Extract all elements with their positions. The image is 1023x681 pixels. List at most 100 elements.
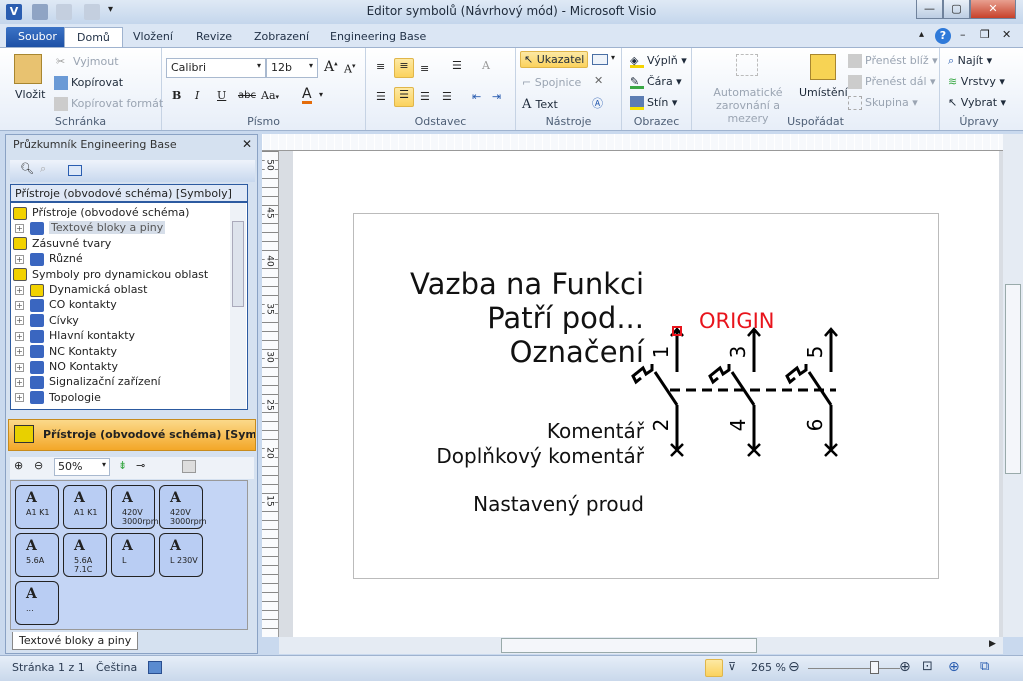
decrease-indent-icon[interactable]: ⇤ [472,90,481,103]
align-top-icon[interactable]: ≡ [376,60,385,73]
expand-icon[interactable]: + [15,347,24,357]
tab-revize[interactable]: Revize [184,27,244,48]
page-indicator[interactable]: Stránka 1 z 1 [12,661,85,674]
italic-button[interactable]: I [195,89,199,102]
expand-icon[interactable]: + [15,331,24,341]
expand-icon[interactable]: + [15,300,24,310]
close-button[interactable]: ✕ [970,0,1016,19]
strikethrough-button[interactable]: abc [238,90,256,101]
zoom-level[interactable]: 265 % [751,661,786,674]
arrange-icon[interactable]: ⇟ [118,459,127,472]
tree-item[interactable]: + Signalizační zařízení [15,374,161,389]
normal-view-icon[interactable] [705,659,723,677]
stencil-shape[interactable]: A 420V 3000rpm [111,485,159,529]
stencil-shape[interactable]: AL [111,533,155,577]
tree-item[interactable]: + Hlavní kontakty [15,328,135,343]
language-indicator[interactable]: Čeština [96,661,137,674]
pointer-tool-button[interactable]: ↖ Ukazatel [520,51,589,68]
help-icon[interactable]: ? [935,28,951,44]
doc-close-icon[interactable]: ✕ [1002,28,1011,41]
pan-zoom-icon[interactable]: ⊕ [948,659,960,675]
expand-icon[interactable]: + [15,223,24,233]
expand-icon[interactable]: + [15,362,24,372]
drawing-page[interactable]: Vazba na Funkci Patří pod... Označení Ko… [293,151,999,637]
shrink-font-icon[interactable]: A▾ [344,62,355,76]
stencil-title-bar[interactable]: Přístroje (obvodové schéma) [Symbo... [8,419,256,451]
tab-engineering-base[interactable]: Engineering Base [318,27,438,48]
tab-soubor[interactable]: Soubor [6,27,69,48]
rotate-text-icon[interactable]: Ⓐ [592,95,603,111]
tree-item[interactable]: Symboly pro dynamickou oblast [13,267,208,282]
text-block-icon[interactable]: A [482,59,490,72]
horizontal-scrollbar[interactable]: ▶ [279,637,1003,654]
tree-scrollbar-thumb[interactable] [232,221,244,307]
font-color-button[interactable]: A [302,87,312,104]
tree-item[interactable]: + Různé [15,251,83,266]
font-size-select[interactable]: 12b ▾ [266,58,318,78]
preview-icon[interactable] [182,460,196,473]
tree-item[interactable]: + Topologie [15,390,101,405]
align-middle-icon[interactable]: ≡ [394,58,414,78]
expand-icon[interactable]: + [15,285,24,295]
grow-font-icon[interactable]: A▴ [324,59,338,75]
stencil-shape[interactable]: A 5.6A 7.1C [63,533,107,577]
doc-restore-icon[interactable]: ❐ [980,28,990,41]
shadow-button[interactable]: Stín ▾ [630,96,677,110]
tab-vlozeni[interactable]: Vložení [121,27,185,48]
minimize-button[interactable]: — [916,0,943,19]
expand-icon[interactable]: + [15,393,24,403]
horizontal-scrollbar-thumb[interactable] [501,638,757,653]
tree-item[interactable]: + Dynamická oblast [15,282,147,297]
select-button[interactable]: ↖ Vybrat ▾ [948,96,1006,109]
vertical-scrollbar[interactable] [1003,134,1023,637]
tree-item[interactable]: + Textové bloky a piny [15,220,166,235]
cut-button[interactable]: ✂ Vyjmout [56,55,119,69]
align-bottom-icon[interactable]: ≡ [420,62,429,75]
group-button[interactable]: Skupina ▾ [848,96,918,110]
expand-icon[interactable]: + [15,316,24,326]
bold-button[interactable]: B [172,89,181,102]
stencil-shape[interactable]: A 5.6A [15,533,59,577]
stencil-shape[interactable]: A... [15,581,59,625]
zoom-in-button[interactable]: ⊕ [899,659,911,675]
tree-item[interactable]: + NO Kontakty [15,359,118,374]
tab-zobrazeni[interactable]: Zobrazení [242,27,321,48]
stencil-zoom-select[interactable]: 50% ▾ [54,458,110,476]
connection-point-icon[interactable]: ✕ [594,74,603,87]
stencil-tab[interactable]: Textové bloky a piny [12,632,139,650]
expand-icon[interactable]: + [15,377,24,387]
zoom-in-icon[interactable]: ⊕ [14,459,23,472]
change-case-button[interactable]: Aa▾ [261,89,279,102]
rectangle-tool-icon[interactable] [592,54,608,65]
align-right-icon[interactable]: ☰ [420,90,430,103]
list-view-icon[interactable] [68,165,82,176]
send-backward-button[interactable]: Přenést dál ▾ [848,75,936,89]
justify-icon[interactable]: ☰ [442,90,452,103]
doc-minimize-icon[interactable]: – [960,28,966,41]
bring-forward-button[interactable]: Přenést blíž ▾ [848,54,938,68]
align-center-icon[interactable]: ☰ [394,87,414,107]
find-button[interactable]: ⌕ Najít ▾ [948,54,992,68]
stencil-shape[interactable]: A L 230V [159,533,203,577]
format-painter-button[interactable]: Kopírovat formát [54,97,163,111]
position-button[interactable]: Umístění [799,86,848,99]
search-icon[interactable]: 🔍︎ [20,162,34,175]
tree-item[interactable]: + CO kontakty [15,297,117,312]
pin-icon[interactable]: ⊸ [136,459,145,472]
macro-icon[interactable] [148,661,162,674]
tab-domu[interactable]: Domů [64,27,123,48]
expand-icon[interactable]: + [15,254,24,264]
zoom-out-icon[interactable]: ⊖ [34,459,43,472]
zoom-slider-thumb[interactable] [870,661,879,674]
underline-button[interactable]: U [217,89,226,102]
tree-item[interactable]: Zásuvné tvary [13,236,111,251]
minimize-ribbon-icon[interactable]: ▴ [919,29,924,40]
zoom-out-button[interactable]: ⊖ [788,659,800,675]
line-button[interactable]: ✎ Čára ▾ [630,75,682,89]
circuit-breaker-symbol[interactable]: 1 2 3 4 5 6 [293,151,999,637]
stencil-shape[interactable]: A 420V 3000rpm [159,485,207,529]
tree-item[interactable]: Přístroje (obvodové schéma) [13,205,189,220]
maximize-button[interactable]: ▢ [943,0,970,19]
align-left-icon[interactable]: ☰ [376,90,386,103]
scroll-right-icon[interactable]: ▶ [989,639,996,649]
